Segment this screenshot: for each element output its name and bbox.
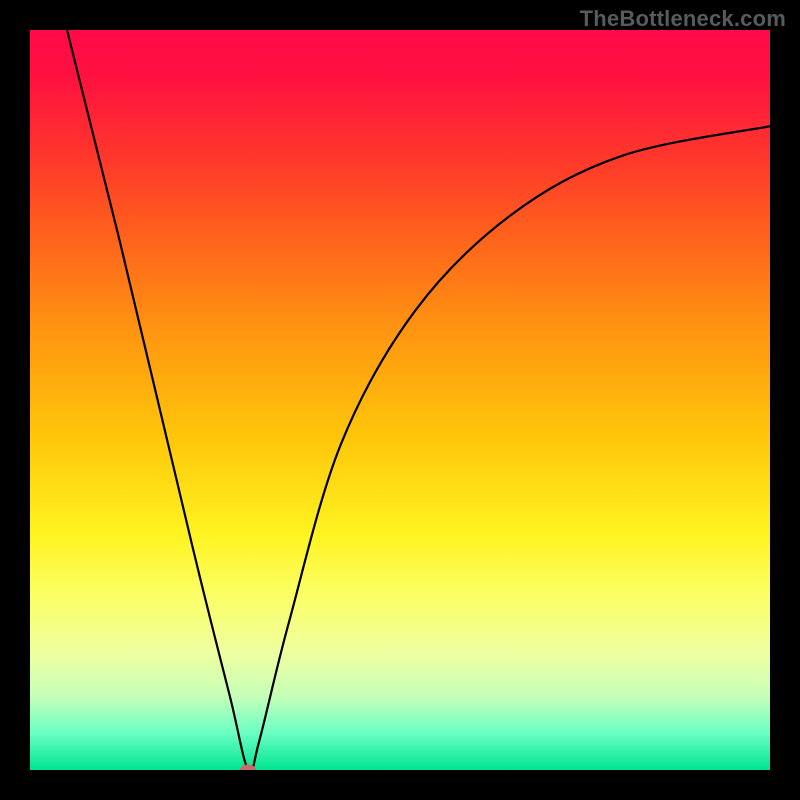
curve-path (67, 30, 770, 770)
optimum-marker (240, 765, 256, 771)
bottleneck-curve (30, 30, 770, 770)
watermark-text: TheBottleneck.com (580, 6, 786, 32)
chart-plot-area (30, 30, 770, 770)
